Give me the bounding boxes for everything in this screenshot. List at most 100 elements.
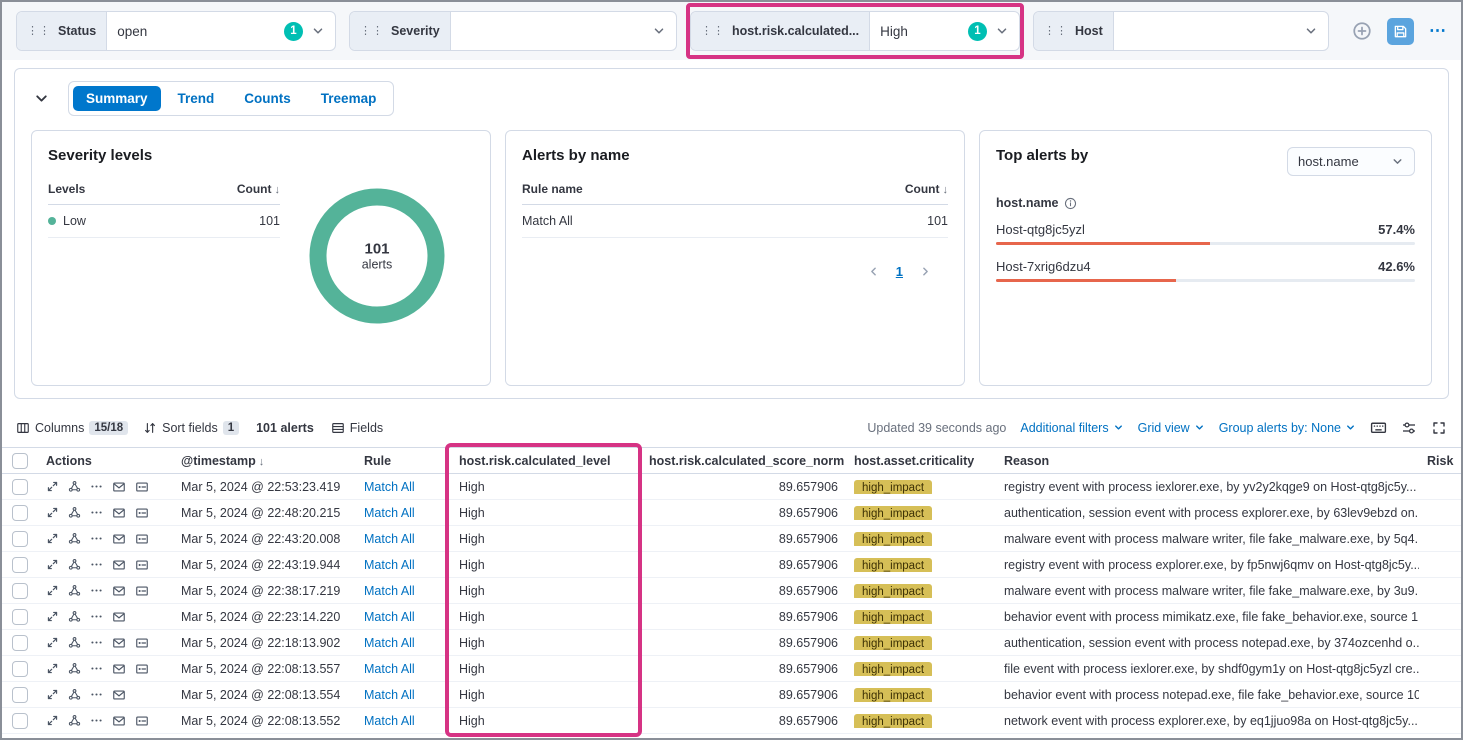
keyboard-shortcuts-icon[interactable]	[1370, 419, 1387, 436]
row-checkbox[interactable]	[12, 505, 28, 521]
analyze-event-icon[interactable]	[68, 532, 81, 545]
fullscreen-icon[interactable]	[1431, 420, 1447, 436]
save-query-button[interactable]	[1387, 18, 1414, 45]
header-risk-score[interactable]: host.risk.calculated_score_norm	[641, 454, 846, 468]
header-risk[interactable]: Risk	[1419, 454, 1461, 468]
session-view-icon[interactable]	[112, 636, 126, 650]
session-view-icon[interactable]	[112, 610, 126, 624]
expand-alert-icon[interactable]	[46, 662, 59, 675]
expand-alert-icon[interactable]	[46, 480, 59, 493]
filter-host-risk-combobox[interactable]: High 1	[870, 12, 1019, 50]
header-rule[interactable]: Rule	[356, 454, 451, 468]
rule-link[interactable]: Match All	[364, 584, 415, 598]
expand-alert-icon[interactable]	[46, 714, 59, 727]
sort-fields-button[interactable]: Sort fields 1	[143, 421, 239, 435]
rule-link[interactable]: Match All	[364, 688, 415, 702]
tab-trend[interactable]: Trend	[165, 86, 228, 111]
expand-alert-icon[interactable]	[46, 610, 59, 623]
group-alerts-link[interactable]: Group alerts by: None	[1219, 421, 1356, 435]
investigate-in-timeline-icon[interactable]	[135, 532, 149, 546]
investigate-in-timeline-icon[interactable]	[135, 714, 149, 728]
circle-plus-icon[interactable]	[1352, 21, 1372, 41]
filter-host-combobox[interactable]	[1114, 12, 1328, 50]
row-checkbox[interactable]	[12, 713, 28, 729]
session-view-icon[interactable]	[112, 532, 126, 546]
analyze-event-icon[interactable]	[68, 558, 81, 571]
row-checkbox[interactable]	[12, 479, 28, 495]
additional-filters-link[interactable]: Additional filters	[1020, 421, 1123, 435]
rule-link[interactable]: Match All	[364, 610, 415, 624]
host-name[interactable]: Host-7xrig6dzu4	[996, 259, 1091, 274]
investigate-in-timeline-icon[interactable]	[135, 480, 149, 494]
header-risk-level[interactable]: host.risk.calculated_level	[451, 454, 641, 468]
more-actions-icon[interactable]	[90, 610, 103, 623]
analyze-event-icon[interactable]	[68, 688, 81, 701]
more-actions-icon[interactable]	[90, 584, 103, 597]
session-view-icon[interactable]	[112, 584, 126, 598]
header-timestamp[interactable]: @timestamp↓	[173, 454, 356, 468]
analyze-event-icon[interactable]	[68, 714, 81, 727]
rule-link[interactable]: Match All	[364, 480, 415, 494]
select-all-checkbox[interactable]	[12, 453, 28, 469]
info-icon[interactable]	[1064, 197, 1077, 210]
drag-handle-icon[interactable]: ⋮⋮	[27, 26, 51, 37]
tab-treemap[interactable]: Treemap	[308, 86, 390, 111]
drag-handle-icon[interactable]: ⋮⋮	[701, 26, 725, 37]
col-count[interactable]: Count↓	[237, 182, 280, 196]
investigate-in-timeline-icon[interactable]	[135, 558, 149, 572]
more-actions-icon[interactable]	[90, 558, 103, 571]
row-checkbox[interactable]	[12, 609, 28, 625]
investigate-in-timeline-icon[interactable]	[135, 506, 149, 520]
host-name[interactable]: Host-qtg8jc5yzl	[996, 222, 1085, 237]
analyze-event-icon[interactable]	[68, 584, 81, 597]
columns-button[interactable]: Columns 15/18	[16, 421, 128, 435]
investigate-in-timeline-icon[interactable]	[135, 636, 149, 650]
session-view-icon[interactable]	[112, 688, 126, 702]
analyze-event-icon[interactable]	[68, 506, 81, 519]
session-view-icon[interactable]	[112, 714, 126, 728]
filter-severity[interactable]: ⋮⋮ Severity	[349, 11, 677, 51]
drag-handle-icon[interactable]: ⋮⋮	[1044, 26, 1068, 37]
grid-view-link[interactable]: Grid view	[1138, 421, 1205, 435]
more-actions-icon[interactable]	[90, 636, 103, 649]
expand-alert-icon[interactable]	[46, 532, 59, 545]
rule-link[interactable]: Match All	[364, 532, 415, 546]
more-actions-icon[interactable]	[90, 688, 103, 701]
rule-link[interactable]: Match All	[364, 636, 415, 650]
row-checkbox[interactable]	[12, 531, 28, 547]
filter-status[interactable]: ⋮⋮ Status open 1	[16, 11, 336, 51]
more-actions-icon[interactable]	[90, 714, 103, 727]
analyze-event-icon[interactable]	[68, 480, 81, 493]
investigate-in-timeline-icon[interactable]	[135, 584, 149, 598]
expand-alert-icon[interactable]	[46, 636, 59, 649]
analyze-event-icon[interactable]	[68, 662, 81, 675]
collapse-chevron-icon[interactable]	[31, 88, 52, 109]
display-options-icon[interactable]	[1401, 420, 1417, 436]
more-actions-icon[interactable]	[90, 662, 103, 675]
rule-link[interactable]: Match All	[364, 714, 415, 728]
drag-handle-icon[interactable]: ⋮⋮	[360, 26, 384, 37]
more-actions-icon[interactable]	[90, 532, 103, 545]
rule-link[interactable]: Match All	[364, 506, 415, 520]
tab-summary[interactable]: Summary	[73, 86, 161, 111]
session-view-icon[interactable]	[112, 506, 126, 520]
page-number[interactable]: 1	[896, 264, 903, 279]
more-options-icon[interactable]: ⋯	[1429, 21, 1447, 41]
fields-button[interactable]: Fields	[331, 421, 383, 435]
header-criticality[interactable]: host.asset.criticality	[846, 454, 996, 468]
row-checkbox[interactable]	[12, 635, 28, 651]
row-checkbox[interactable]	[12, 687, 28, 703]
top-alerts-field-select[interactable]: host.name	[1287, 147, 1415, 176]
expand-alert-icon[interactable]	[46, 688, 59, 701]
investigate-in-timeline-icon[interactable]	[135, 662, 149, 676]
header-reason[interactable]: Reason	[996, 454, 1419, 468]
filter-host[interactable]: ⋮⋮ Host	[1033, 11, 1329, 51]
chevron-right-icon[interactable]	[919, 265, 932, 278]
analyze-event-icon[interactable]	[68, 610, 81, 623]
session-view-icon[interactable]	[112, 558, 126, 572]
filter-host-risk-level[interactable]: ⋮⋮ host.risk.calculated... High 1	[690, 11, 1020, 51]
expand-alert-icon[interactable]	[46, 506, 59, 519]
expand-alert-icon[interactable]	[46, 584, 59, 597]
expand-alert-icon[interactable]	[46, 558, 59, 571]
more-actions-icon[interactable]	[90, 480, 103, 493]
